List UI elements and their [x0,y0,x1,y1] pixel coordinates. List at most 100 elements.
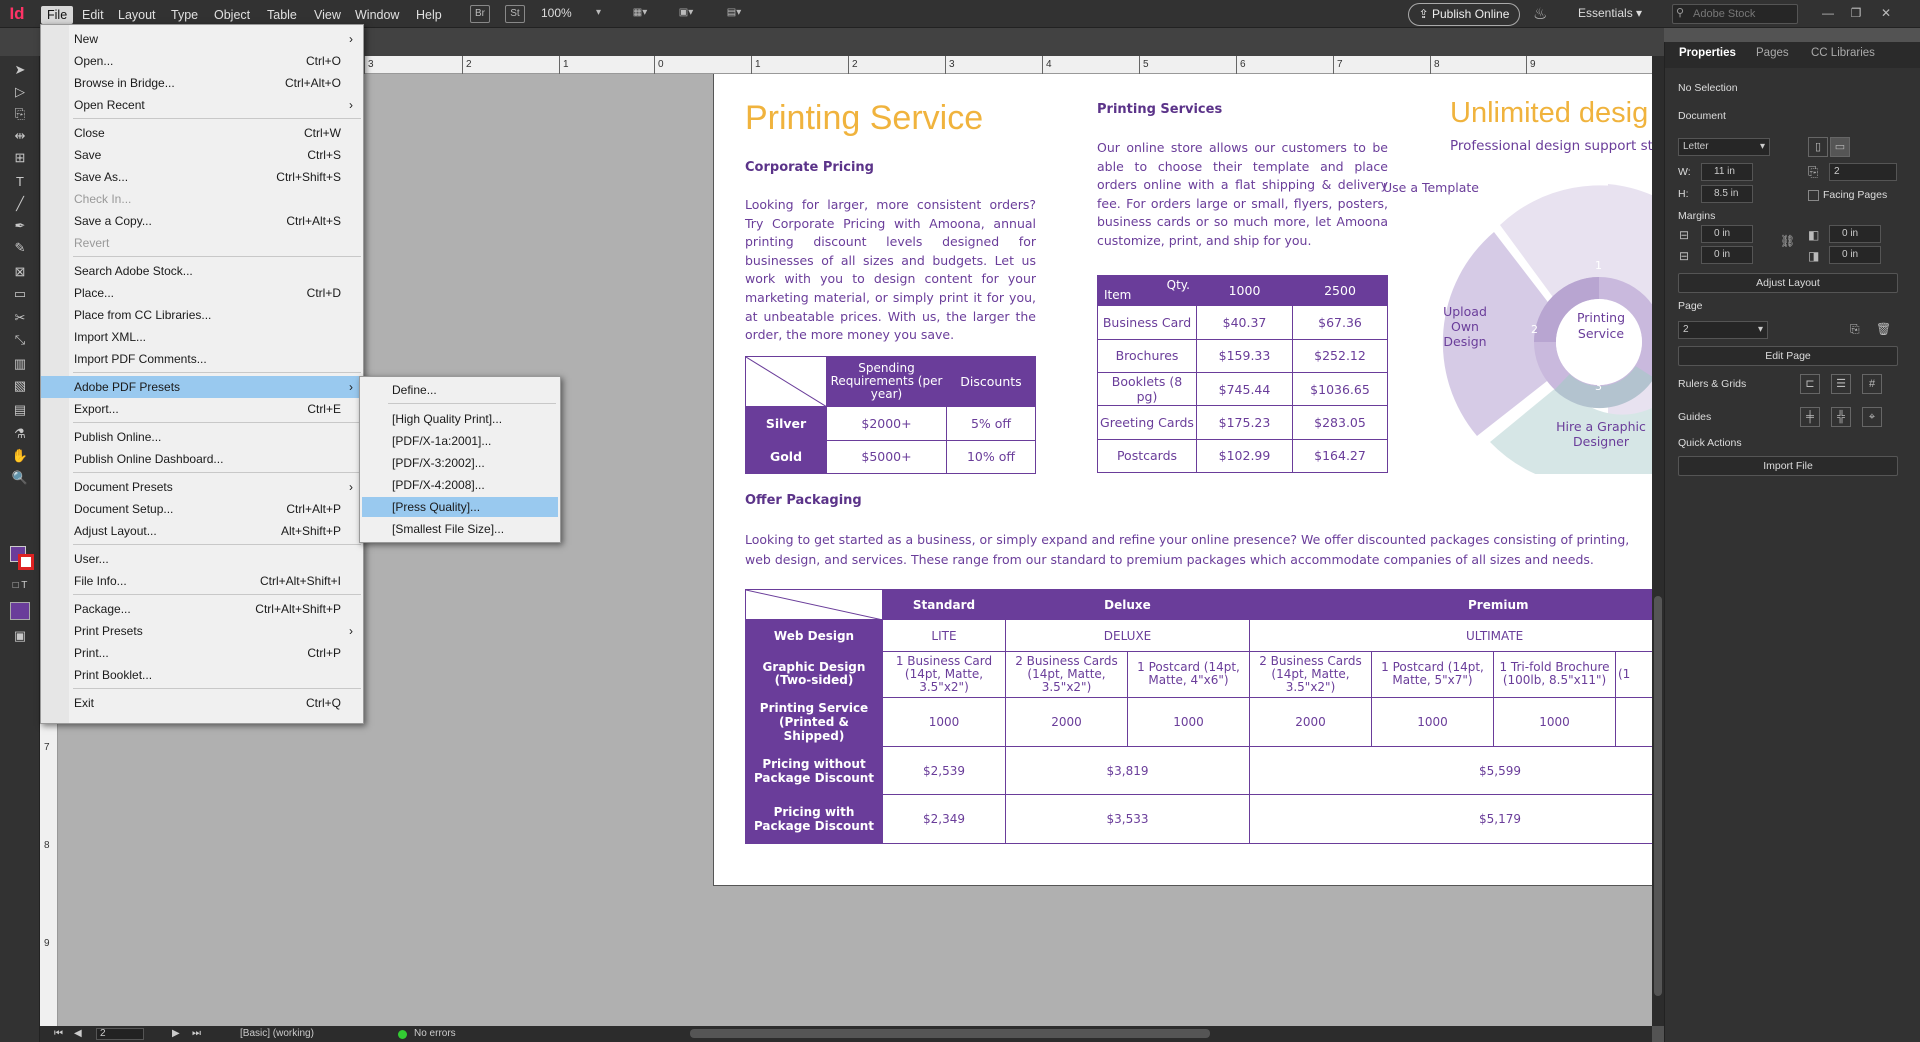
lightbulb-icon[interactable]: ♨ [1533,4,1547,24]
file-menu-item-package[interactable]: Package... Ctrl+Alt+Shift+P [41,598,363,620]
preflight-style[interactable]: [Basic] (working) [240,1028,314,1039]
apply-color-icon[interactable] [10,602,30,620]
restore-icon[interactable]: ❐ [1846,4,1866,22]
menu-window[interactable]: Window [349,6,405,24]
ruler-icon[interactable]: ⊏ [1800,374,1820,394]
margin-bottom-field[interactable]: 0 in [1701,246,1753,264]
pdf-preset-item[interactable]: [Smallest File Size]... [362,519,558,539]
tab-properties[interactable]: Properties [1679,47,1736,59]
line-tool-icon[interactable]: ╱ [9,194,31,214]
baseline-grid-icon[interactable]: ☰ [1831,374,1851,394]
margin-top-field[interactable]: 0 in [1701,225,1753,243]
direct-selection-tool-icon[interactable]: ▷ [9,82,31,102]
file-menu-item-save[interactable]: Save Ctrl+S [41,144,363,166]
pdf-preset-item[interactable]: [PDF/X-1a:2001]... [362,431,558,451]
hand-tool-icon[interactable]: ✋ [9,446,31,466]
file-menu-item-save-a-copy[interactable]: Save a Copy... Ctrl+Alt+S [41,210,363,232]
workspace-switcher[interactable]: Essentials ▾ [1578,6,1642,20]
formatting-container-icon[interactable]: □ T [9,576,31,596]
publish-online-button[interactable]: ⇪ Publish Online [1408,3,1520,26]
menu-layout[interactable]: Layout [112,6,162,24]
type-tool-icon[interactable]: T [9,172,31,192]
rectangle-tool-icon[interactable]: ▭ [9,284,31,304]
file-menu-item-new[interactable]: New › [41,28,363,50]
document-grid-icon[interactable]: # [1862,374,1882,394]
document-preset-select[interactable]: Letter ▾ [1678,138,1770,156]
note-tool-icon[interactable]: ▤ [9,400,31,420]
smart-guides-icon[interactable]: ╬ [1831,407,1851,427]
file-menu-item-save-as[interactable]: Save As... Ctrl+Shift+S [41,166,363,188]
selection-tool-icon[interactable]: ➤ [9,60,31,80]
menu-edit[interactable]: Edit [76,6,110,24]
file-menu-item-open[interactable]: Open... Ctrl+O [41,50,363,72]
file-menu-item-adobe-pdf-presets[interactable]: Adobe PDF Presets › [41,376,363,398]
new-page-icon[interactable]: ⎘ [1850,322,1860,337]
scissors-tool-icon[interactable]: ✂ [9,308,31,328]
file-menu-item-publish-online[interactable]: Publish Online... [41,426,363,448]
gradient-feather-tool-icon[interactable]: ▧ [9,376,31,396]
page-tool-icon[interactable]: ⎘ [9,104,31,124]
page-select[interactable]: 2 ▾ [1678,321,1768,339]
pencil-tool-icon[interactable]: ✎ [9,238,31,258]
vertical-scroll-thumb[interactable] [1654,596,1662,996]
link-margins-icon[interactable]: ⛓ [1780,234,1795,248]
gap-tool-icon[interactable]: ⇹ [9,126,31,146]
delete-page-icon[interactable]: 🗑 [1876,322,1891,336]
menu-type[interactable]: Type [165,6,204,24]
facing-pages-checkbox[interactable] [1808,190,1819,201]
margin-left-field[interactable]: 0 in [1829,225,1881,243]
height-field[interactable]: 8.5 in [1701,185,1753,203]
pdf-preset-item[interactable]: [PDF/X-3:2002]... [362,453,558,473]
file-menu-item-document-setup[interactable]: Document Setup... Ctrl+Alt+P [41,498,363,520]
last-page-icon[interactable]: ⏭ [192,1028,201,1039]
eyedropper-tool-icon[interactable]: ⚗ [9,424,31,444]
file-menu-item-close[interactable]: Close Ctrl+W [41,122,363,144]
menu-view[interactable]: View [308,6,347,24]
screen-mode-icon[interactable]: ▣▾ [676,5,696,23]
guides-icon[interactable]: ╪ [1800,407,1820,427]
stock-search-input[interactable]: Adobe Stock [1672,4,1798,24]
adjust-layout-button[interactable]: Adjust Layout [1678,273,1898,293]
file-menu-item-export[interactable]: Export... Ctrl+E [41,398,363,420]
pdf-preset-item[interactable]: Define... [362,380,558,400]
pdf-preset-item[interactable]: [Press Quality]... [362,497,558,517]
stock-button[interactable]: St [505,5,525,23]
file-menu-item-exit[interactable]: Exit Ctrl+Q [41,692,363,714]
gradient-tool-icon[interactable]: ▥ [9,354,31,374]
prev-page-icon[interactable]: ◀ [74,1028,82,1039]
file-menu-item-open-recent[interactable]: Open Recent › [41,94,363,116]
file-menu-item-place-from-cc-libraries[interactable]: Place from CC Libraries... [41,304,363,326]
file-menu-item-file-info[interactable]: File Info... Ctrl+Alt+Shift+I [41,570,363,592]
edit-page-button[interactable]: Edit Page [1678,346,1898,366]
zoom-dropdown-icon[interactable]: ▾ [596,7,601,18]
file-menu-item-search-adobe-stock[interactable]: Search Adobe Stock... [41,260,363,282]
zoom-level[interactable]: 100% [541,6,572,20]
file-menu-item-user[interactable]: User... [41,548,363,570]
file-menu-item-browse-in-bridge[interactable]: Browse in Bridge... Ctrl+Alt+O [41,72,363,94]
minimize-icon[interactable]: — [1818,4,1838,22]
content-collector-icon[interactable]: ⊞ [9,148,31,168]
screen-mode-tool-icon[interactable]: ▣ [9,626,31,646]
first-page-icon[interactable]: ⏮ [54,1028,63,1039]
pages-count-field[interactable]: 2 [1829,163,1897,181]
menu-table[interactable]: Table [261,6,303,24]
bridge-button[interactable]: Br [470,5,490,23]
rectangle-frame-tool-icon[interactable]: ⊠ [9,262,31,282]
width-field[interactable]: 11 in [1701,163,1753,181]
import-file-button[interactable]: Import File [1678,456,1898,476]
page-number-field[interactable]: 2 [96,1028,144,1040]
menu-object[interactable]: Object [208,6,256,24]
margin-right-field[interactable]: 0 in [1829,246,1881,264]
preflight-errors[interactable]: No errors [414,1028,456,1039]
pen-tool-icon[interactable]: ✒ [9,216,31,236]
stroke-swatch[interactable] [18,554,34,570]
menu-help[interactable]: Help [410,6,448,24]
next-page-icon[interactable]: ▶ [172,1028,180,1039]
view-options-icon[interactable]: ▦▾ [630,5,650,23]
menu-file[interactable]: File [41,6,74,24]
free-transform-tool-icon[interactable]: ⤡ [9,330,31,350]
lock-guides-icon[interactable]: ⌖ [1862,407,1882,427]
file-menu-item-print-presets[interactable]: Print Presets › [41,620,363,642]
file-menu-item-document-presets[interactable]: Document Presets › [41,476,363,498]
file-menu-item-import-xml[interactable]: Import XML... [41,326,363,348]
